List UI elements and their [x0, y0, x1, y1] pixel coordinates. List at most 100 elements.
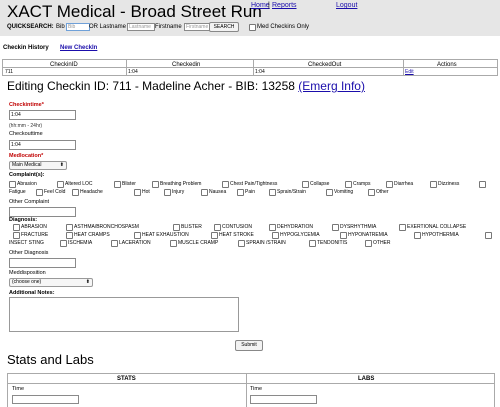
- stats-time-label: Time: [12, 386, 25, 392]
- reports-link[interactable]: Reports: [272, 2, 297, 9]
- complaint-fatigue-checkbox[interactable]: [479, 181, 486, 188]
- labs-time-input[interactable]: [250, 395, 317, 404]
- diagnosis-asthma-checkbox[interactable]: [66, 224, 73, 231]
- complaint-injury-checkbox[interactable]: [164, 189, 171, 196]
- diagnosis-fracture-checkbox[interactable]: [13, 232, 20, 239]
- stats-table-col-divider: [246, 373, 247, 407]
- diagnosis-sprain-strain-checkbox[interactable]: [238, 240, 245, 247]
- diagnosis-hypoglycemia-checkbox[interactable]: [272, 232, 279, 239]
- diagnosis-asthma-label: ASTHMA/BRONCHOSPASM: [74, 224, 139, 230]
- diagnosis-heat-cramps-checkbox[interactable]: [66, 232, 73, 239]
- diagnosis-dysrhythmia-label: DYSRHYTHMIA: [340, 224, 377, 230]
- additional-notes-label: Additional Notes:: [9, 290, 55, 296]
- complaint-other-label: Other: [376, 189, 389, 195]
- med-checkins-checkbox[interactable]: [249, 24, 256, 31]
- labs-header: LABS: [358, 376, 375, 382]
- diagnosis-insect-sting-checkbox[interactable]: [485, 232, 492, 239]
- emerg-info-link[interactable]: (Emerg Info): [298, 79, 365, 93]
- diagnosis-abrasion-checkbox[interactable]: [13, 224, 20, 231]
- stats-table-top-border: [7, 373, 494, 374]
- complaint-dizziness-checkbox[interactable]: [430, 181, 437, 188]
- checkintime-input[interactable]: 1:04: [9, 110, 76, 120]
- diagnosis-muscle-cramp-checkbox[interactable]: [170, 240, 177, 247]
- complaint-pain-label: Pain: [245, 189, 256, 195]
- medlocation-selected-value: Main Medical: [12, 162, 42, 168]
- diagnosis-dysrhythmia-checkbox[interactable]: [332, 224, 339, 231]
- complaint-headache-checkbox[interactable]: [72, 189, 79, 196]
- complaint-vomiting-checkbox[interactable]: [326, 189, 333, 196]
- checkouttime-input[interactable]: 1:04: [9, 140, 76, 150]
- home-link[interactable]: Home: [251, 2, 270, 9]
- complaint-collapse-label: Collapse: [310, 181, 330, 187]
- additional-notes-textarea[interactable]: [9, 297, 239, 332]
- complaint-cramps-checkbox[interactable]: [345, 181, 352, 188]
- complaint-blister-label: Blister: [122, 181, 136, 187]
- complaint-hot-checkbox[interactable]: [134, 189, 141, 196]
- diagnosis-heat-exhaustion-checkbox[interactable]: [134, 232, 141, 239]
- other-complaint-input[interactable]: [9, 207, 76, 217]
- edit-heading: Editing Checkin ID: 711 - Madeline Acher…: [7, 79, 365, 93]
- diagnosis-dehydration-checkbox[interactable]: [269, 224, 276, 231]
- diagnosis-hypoglycemia-label: HYPOGLYCEMIA: [280, 232, 320, 238]
- complaint-altered-loc-checkbox[interactable]: [57, 181, 64, 188]
- complaint-altered-loc-label: Altered LOC: [65, 181, 93, 187]
- new-checkin-link[interactable]: New CheckIn: [60, 45, 97, 51]
- complaint-blister-checkbox[interactable]: [114, 181, 121, 188]
- row-edit-link[interactable]: Edit: [405, 69, 414, 75]
- diagnosis-laceration-checkbox[interactable]: [111, 240, 118, 247]
- meddisposition-select[interactable]: (choose one) ⬍: [9, 278, 93, 287]
- firstname-input[interactable]: Firstname: [184, 23, 210, 31]
- stats-time-input[interactable]: [12, 395, 79, 404]
- complaint-nausea-checkbox[interactable]: [201, 189, 208, 196]
- diagnosis-tendonitis-checkbox[interactable]: [309, 240, 316, 247]
- submit-button[interactable]: Submit: [235, 340, 263, 351]
- complaint-pain-checkbox[interactable]: [237, 189, 244, 196]
- stats-labs-title: Stats and Labs: [7, 352, 94, 367]
- stats-table-header-border: [7, 383, 494, 384]
- medlocation-label: Medlocation*: [9, 153, 44, 159]
- complaint-sprain-strain-checkbox[interactable]: [269, 189, 276, 196]
- complaint-sprain-strain-label: Sprain/Strain: [277, 189, 306, 195]
- diagnosis-exertional-collapse-checkbox[interactable]: [399, 224, 406, 231]
- diagnosis-fracture-label: FRACTURE: [21, 232, 49, 238]
- diagnosis-hyponatremia-checkbox[interactable]: [340, 232, 347, 239]
- complaint-nausea-label: Nausea: [209, 189, 227, 195]
- stats-table-col-divider: [494, 373, 495, 407]
- diagnosis-label: Diagnosis:: [9, 217, 38, 223]
- checkouttime-label: Checkouttime: [9, 131, 43, 137]
- checkintime-label: Checkintime*: [9, 102, 44, 108]
- diagnosis-hypothermia-checkbox[interactable]: [414, 232, 421, 239]
- diagnosis-ischemia-checkbox[interactable]: [60, 240, 67, 247]
- header-bar: XACT Medical - Broad Street Run Home | R…: [0, 0, 500, 36]
- diagnosis-insect-sting-label: INSECT STING: [9, 240, 44, 246]
- diagnosis-blister-checkbox[interactable]: [173, 224, 180, 231]
- complaint-collapse-checkbox[interactable]: [302, 181, 309, 188]
- history-table-col-divider: [126, 59, 127, 76]
- diagnosis-contusion-checkbox[interactable]: [214, 224, 221, 231]
- history-table-top-border: [2, 59, 498, 60]
- diagnosis-hyponatremia-label: HYPONATREMIA: [348, 232, 388, 238]
- complaint-diarrhea-checkbox[interactable]: [386, 181, 393, 188]
- diagnosis-muscle-cramp-label: MUSCLE CRAMP: [178, 240, 219, 246]
- col-header-actions: Actions: [437, 62, 457, 68]
- search-button[interactable]: SEARCH: [209, 22, 239, 32]
- complaint-other-checkbox[interactable]: [368, 189, 375, 196]
- diagnosis-heat-stroke-checkbox[interactable]: [211, 232, 218, 239]
- bib-input[interactable]: Bib: [66, 23, 90, 31]
- diagnosis-heat-cramps-label: HEAT CRAMPS: [74, 232, 110, 238]
- complaint-abrasion-checkbox[interactable]: [9, 181, 16, 188]
- medlocation-select[interactable]: Main Medical ⬍: [9, 161, 67, 170]
- lastname-input[interactable]: Lastname: [127, 23, 155, 31]
- complaint-chest-pain-checkbox[interactable]: [222, 181, 229, 188]
- complaints-label: Complaint(s):: [9, 172, 45, 178]
- diagnosis-exertional-collapse-label: EXERTIONAL COLLAPSE: [407, 224, 467, 230]
- row-checkedin: 1:04: [128, 69, 138, 75]
- other-diagnosis-label: Other Diagnosis: [9, 250, 49, 256]
- history-table-col-divider: [2, 59, 3, 76]
- complaint-breathing-problem-checkbox[interactable]: [152, 181, 159, 188]
- logout-link[interactable]: Logout: [336, 2, 357, 9]
- diagnosis-tendonitis-label: TENDONITIS: [317, 240, 348, 246]
- other-diagnosis-input[interactable]: [9, 258, 76, 268]
- diagnosis-other-checkbox[interactable]: [365, 240, 372, 247]
- complaint-feel-cold-checkbox[interactable]: [36, 189, 43, 196]
